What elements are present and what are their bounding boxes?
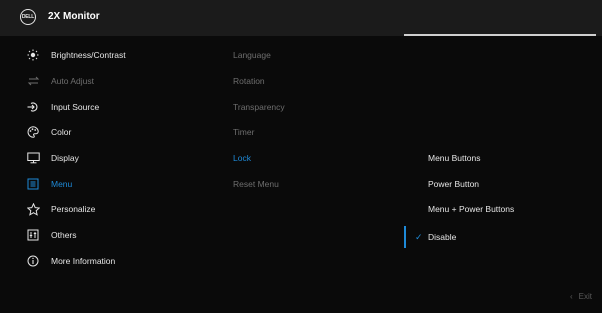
main-menu-label: Menu bbox=[51, 179, 73, 189]
main-menu-label: Brightness/Contrast bbox=[51, 50, 126, 60]
lock-option-power-button[interactable]: Power Button bbox=[428, 174, 479, 194]
lock-option-menu-buttons[interactable]: Menu Buttons bbox=[428, 148, 480, 168]
main-menu-item-more-information[interactable]: More Information bbox=[0, 251, 200, 271]
main-menu-item-personalize[interactable]: Personalize bbox=[0, 199, 200, 219]
osd-title: 2X Monitor bbox=[48, 11, 100, 22]
main-menu-item-others[interactable]: Others bbox=[0, 225, 200, 245]
exit-label: Exit bbox=[578, 292, 593, 301]
main-menu-item-auto-adjust[interactable]: Auto Adjust bbox=[0, 71, 200, 91]
osd-window: DELL 2X Monitor Brightness/Contrast Auto… bbox=[0, 0, 602, 313]
display-icon bbox=[26, 151, 40, 165]
main-menu-item-brightness-contrast[interactable]: Brightness/Contrast bbox=[0, 45, 200, 65]
main-menu-label: Auto Adjust bbox=[51, 76, 95, 86]
chevron-left-icon: ‹ bbox=[570, 292, 573, 301]
star-icon bbox=[26, 202, 40, 216]
info-icon bbox=[26, 254, 40, 268]
dell-logo: DELL bbox=[20, 9, 36, 25]
input-source-icon bbox=[26, 100, 40, 114]
main-menu-label: Personalize bbox=[51, 204, 96, 214]
main-menu-item-input-source[interactable]: Input Source bbox=[0, 97, 200, 117]
submenu-item-reset-menu[interactable]: Reset Menu bbox=[233, 174, 279, 194]
auto-adjust-icon bbox=[26, 74, 40, 88]
exit-button[interactable]: ‹ Exit bbox=[570, 292, 592, 301]
selection-indicator-bar bbox=[404, 226, 406, 248]
main-menu-label: Color bbox=[51, 127, 72, 137]
others-icon bbox=[26, 228, 40, 242]
menu-icon bbox=[26, 177, 40, 191]
main-menu-item-menu[interactable]: Menu bbox=[0, 174, 200, 194]
submenu-item-timer[interactable]: Timer bbox=[233, 122, 254, 142]
lock-option-menu-power-buttons[interactable]: Menu + Power Buttons bbox=[428, 199, 514, 219]
submenu-item-rotation[interactable]: Rotation bbox=[233, 71, 265, 91]
main-menu-item-display[interactable]: Display bbox=[0, 148, 200, 168]
main-menu-item-color[interactable]: Color bbox=[0, 122, 200, 142]
submenu-item-transparency[interactable]: Transparency bbox=[233, 97, 285, 117]
brightness-icon bbox=[26, 48, 40, 62]
main-menu-label: Others bbox=[51, 230, 77, 240]
header-underline bbox=[404, 34, 596, 36]
lock-option-disable[interactable]: Disable bbox=[428, 227, 456, 247]
main-menu-label: More Information bbox=[51, 256, 116, 266]
main-menu-label: Display bbox=[51, 153, 79, 163]
color-palette-icon bbox=[26, 125, 40, 139]
checkmark-icon: ✓ bbox=[415, 231, 423, 242]
submenu-item-lock[interactable]: Lock bbox=[233, 148, 251, 168]
osd-header: DELL 2X Monitor bbox=[0, 0, 602, 36]
submenu-item-language[interactable]: Language bbox=[233, 45, 271, 65]
main-menu-label: Input Source bbox=[51, 102, 100, 112]
